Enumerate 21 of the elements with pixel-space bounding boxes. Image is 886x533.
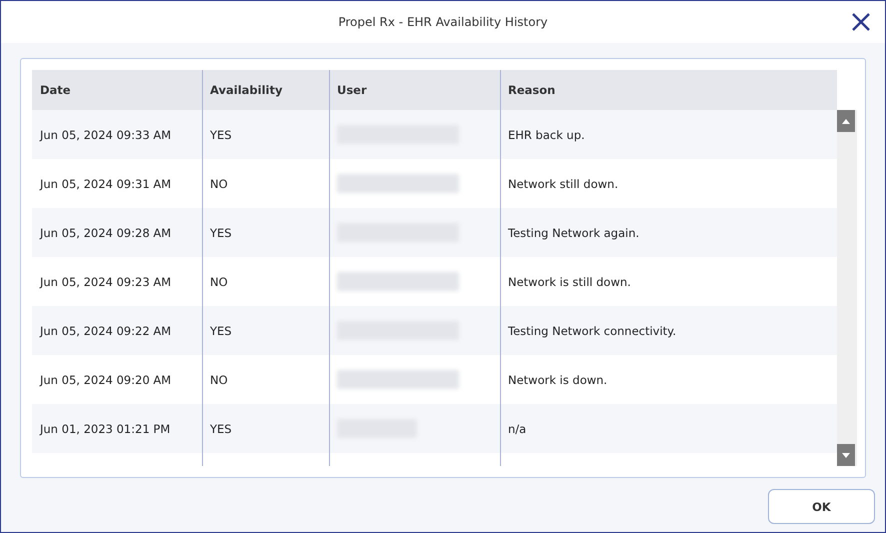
table-cell: YES [202, 306, 329, 355]
table-cell: YES [202, 208, 329, 257]
table-cell: Jun 05, 2024 09:28 AM [32, 208, 202, 257]
ok-button[interactable]: OK [768, 489, 875, 524]
table-cell: n/a [500, 404, 838, 453]
column-header[interactable]: User [329, 70, 500, 110]
column-header[interactable]: Reason [500, 70, 838, 110]
scrollbar[interactable] [837, 110, 857, 466]
column-header[interactable]: Availability [202, 70, 329, 110]
column-header[interactable]: Date [32, 70, 202, 110]
table-cell: Jun 05, 2024 09:33 AM [32, 110, 202, 159]
scroll-down-icon[interactable] [837, 444, 856, 466]
table-cell: YES [202, 404, 329, 453]
window-title: Propel Rx - EHR Availability History [338, 15, 548, 29]
table-cell: Testing Network again. [500, 208, 838, 257]
table-cell: Jun 05, 2024 09:22 AM [32, 306, 202, 355]
table-cell: EHR back up. [500, 110, 838, 159]
table-cell: YES [202, 110, 329, 159]
table-cell: Jun 01, 2023 01:21 PM [32, 404, 202, 453]
scroll-up-icon[interactable] [837, 110, 856, 132]
table-cell: Testing Network connectivity. [500, 306, 838, 355]
